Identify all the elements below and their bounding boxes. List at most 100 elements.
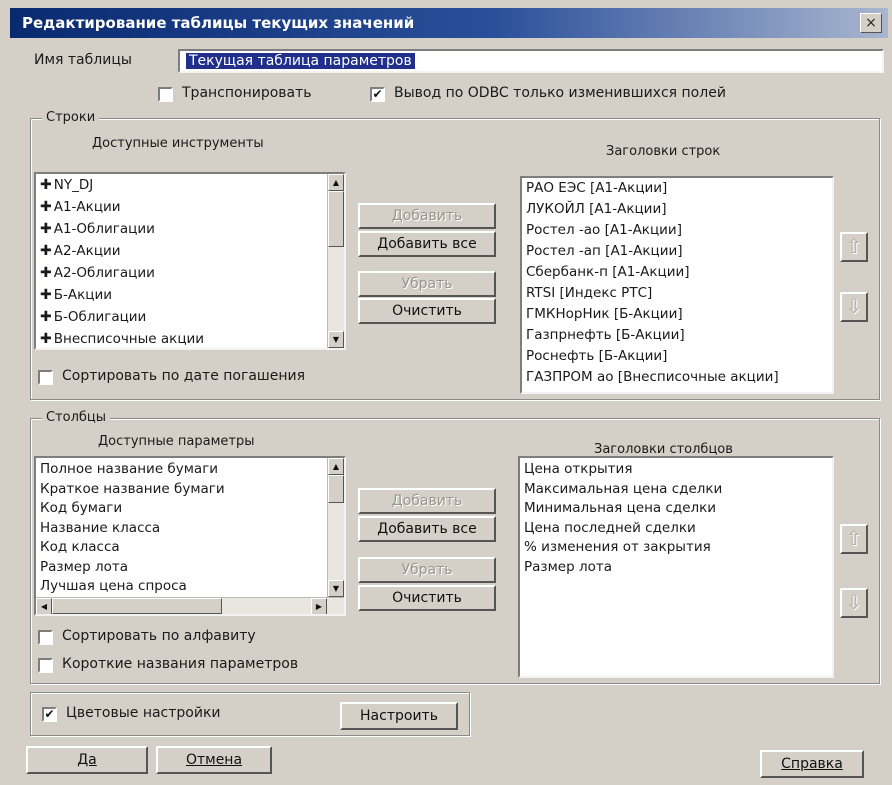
available-instruments-list[interactable]: ✚ NY_DJ ✚ А1-Акции ✚ А1-Облигации ✚ А2-Акции ✚ А2… xyxy=(34,172,346,350)
expand-plus-icon[interactable]: ✚ xyxy=(40,331,52,347)
ok-button[interactable]: Да xyxy=(26,746,148,774)
list-item[interactable]: ✚ А1-Акции xyxy=(36,196,344,218)
expand-plus-icon[interactable]: ✚ xyxy=(40,199,52,215)
table-name-label: Имя таблицы xyxy=(34,52,132,68)
scroll-up-icon[interactable]: ▲ xyxy=(328,174,344,191)
expand-plus-icon[interactable]: ✚ xyxy=(40,177,52,193)
row-headers-list[interactable]: РАО ЕЭС [А1-Акции] ЛУКОЙЛ [А1-Акции] Росте… xyxy=(520,176,834,394)
scroll-thumb[interactable] xyxy=(328,475,344,503)
list-item[interactable]: Сбербанк-п [А1-Акции] xyxy=(522,262,832,283)
sort-alpha-checkbox[interactable] xyxy=(38,630,53,645)
list-item[interactable]: ✚ А1-Облигации xyxy=(36,218,344,240)
columns-move-up-icon[interactable]: ⇧ xyxy=(840,524,868,554)
list-item[interactable]: Максимальная цена сделки xyxy=(520,480,832,500)
list-item[interactable]: ✚ Б-Акции xyxy=(36,284,344,306)
list-item[interactable]: Ростел -ап [А1-Акции] xyxy=(522,241,832,262)
columns-clear-button[interactable]: Очистить xyxy=(358,585,496,611)
list-item[interactable]: Код класса xyxy=(36,538,344,558)
list-item[interactable]: RTSI [Индекс РТС] xyxy=(522,283,832,304)
sort-by-date-label: Сортировать по дате погашения xyxy=(62,368,306,384)
rows-add-all-button[interactable]: Добавить все xyxy=(358,231,496,257)
columns-group-title: Столбцы xyxy=(42,410,111,425)
scroll-thumb[interactable] xyxy=(328,191,344,247)
odbc-checkbox[interactable]: ✔ xyxy=(370,87,385,102)
sort-by-date-checkbox[interactable] xyxy=(38,370,53,385)
list-item[interactable]: ГАЗПРОМ ао [Внесписочные акции] xyxy=(522,367,832,388)
list-item[interactable]: Лучшая цена спроса xyxy=(36,577,344,597)
list-item[interactable]: ГМКНорНик [Б-Акции] xyxy=(522,304,832,325)
list-item-label: Ростел -ап [А1-Акции] xyxy=(526,243,683,259)
expand-plus-icon[interactable]: ✚ xyxy=(40,243,52,259)
list-item[interactable]: Цена последней сделки xyxy=(520,519,832,539)
expand-plus-icon[interactable]: ✚ xyxy=(40,309,52,325)
scroll-down-icon[interactable]: ▼ xyxy=(328,331,344,348)
list-item[interactable]: Размер лота xyxy=(36,558,344,578)
list-item-label: А1-Акции xyxy=(53,199,121,215)
list-item-label: РАО ЕЭС [А1-Акции] xyxy=(526,180,668,196)
rows-group-title: Строки xyxy=(42,110,100,125)
cancel-button[interactable]: Отмена xyxy=(156,746,272,774)
list-item[interactable]: Минимальная цена сделки xyxy=(520,499,832,519)
columns-remove-button[interactable]: Убрать xyxy=(358,557,496,583)
available-parameters-list[interactable]: Полное название бумаги Краткое название б… xyxy=(34,456,346,616)
short-names-checkbox[interactable] xyxy=(38,658,53,673)
columns-move-down-icon[interactable]: ⇩ xyxy=(840,588,868,618)
configure-button[interactable]: Настроить xyxy=(340,702,458,730)
edit-table-dialog: Редактирование таблицы текущих значений … xyxy=(0,0,892,785)
list-item[interactable]: Газпрнефть [Б-Акции] xyxy=(522,325,832,346)
list-item[interactable]: Размер лота xyxy=(520,558,832,578)
color-settings-checkbox[interactable]: ✔ xyxy=(42,707,57,722)
list-item-label: А2-Акции xyxy=(53,243,121,259)
list-item-label: ЛУКОЙЛ [А1-Акции] xyxy=(526,201,667,217)
list-item-label: Размер лота xyxy=(524,558,612,575)
table-name-input[interactable]: Текущая таблица параметров xyxy=(178,49,884,73)
list-item[interactable]: Название класса xyxy=(36,519,344,539)
columns-add-button[interactable]: Добавить xyxy=(358,488,496,514)
list-item[interactable]: Полное название бумаги xyxy=(36,460,344,480)
scroll-left-icon[interactable]: ◀ xyxy=(36,598,52,614)
columns-add-all-button[interactable]: Добавить все xyxy=(358,516,496,542)
expand-plus-icon[interactable]: ✚ xyxy=(40,265,52,281)
list-item-label: Максимальная цена сделки xyxy=(524,480,723,497)
hscroll-thumb[interactable] xyxy=(52,598,222,614)
help-button[interactable]: Справка xyxy=(760,750,864,778)
instruments-scrollbar[interactable]: ▲ ▼ xyxy=(327,174,344,348)
rows-clear-button[interactable]: Очистить xyxy=(358,298,496,324)
list-item[interactable]: ✚ А2-Акции xyxy=(36,240,344,262)
list-item[interactable]: % изменения от закрытия xyxy=(520,538,832,558)
list-item[interactable]: Цена открытия xyxy=(520,460,832,480)
parameters-hscrollbar[interactable]: ◀ ▶ xyxy=(36,597,344,614)
rows-move-down-icon[interactable]: ⇩ xyxy=(840,292,868,322)
list-item-label: Минимальная цена сделки xyxy=(524,500,717,516)
list-item-label: ГМКНорНик [Б-Акции] xyxy=(526,306,683,322)
list-item[interactable]: ✚ NY_DJ xyxy=(36,174,344,196)
rows-move-up-icon[interactable]: ⇧ xyxy=(840,232,868,262)
scroll-down-icon[interactable]: ▼ xyxy=(328,580,344,597)
column-headers-list[interactable]: Цена открытия Максимальная цена сделки Мин… xyxy=(518,456,834,678)
close-icon[interactable]: × xyxy=(860,13,882,33)
list-item[interactable]: Роснефть [Б-Акции] xyxy=(522,346,832,367)
list-item[interactable]: Код бумаги xyxy=(36,499,344,519)
scroll-up-icon[interactable]: ▲ xyxy=(328,458,344,475)
list-item[interactable]: ✚ А2-Облигации xyxy=(36,262,344,284)
list-item-label: Код класса xyxy=(40,539,120,555)
rows-selected-title: Заголовки строк xyxy=(606,144,721,159)
transpose-checkbox[interactable] xyxy=(158,87,173,102)
scroll-right-icon[interactable]: ▶ xyxy=(311,598,327,614)
expand-plus-icon[interactable]: ✚ xyxy=(40,221,52,237)
parameters-vscrollbar[interactable]: ▲ ▼ xyxy=(327,458,344,597)
rows-add-button[interactable]: Добавить xyxy=(358,203,496,229)
list-item[interactable]: Краткое название бумаги xyxy=(36,480,344,500)
list-item[interactable]: ✚ Внесписочные акции xyxy=(36,328,344,348)
list-item[interactable]: Ростел -ао [А1-Акции] xyxy=(522,220,832,241)
rows-remove-button[interactable]: Убрать xyxy=(358,271,496,297)
title-bar: Редактирование таблицы текущих значений … xyxy=(10,8,888,38)
list-item-label: Цена открытия xyxy=(524,461,633,477)
expand-plus-icon[interactable]: ✚ xyxy=(40,287,52,303)
sort-alpha-label: Сортировать по алфавиту xyxy=(62,628,256,644)
list-item[interactable]: ✚ Б-Облигации xyxy=(36,306,344,328)
rows-available-title: Доступные инструменты xyxy=(92,136,264,151)
list-item[interactable]: РАО ЕЭС [А1-Акции] xyxy=(522,178,832,199)
list-item[interactable]: ЛУКОЙЛ [А1-Акции] xyxy=(522,199,832,220)
short-names-label: Короткие названия параметров xyxy=(62,656,299,672)
